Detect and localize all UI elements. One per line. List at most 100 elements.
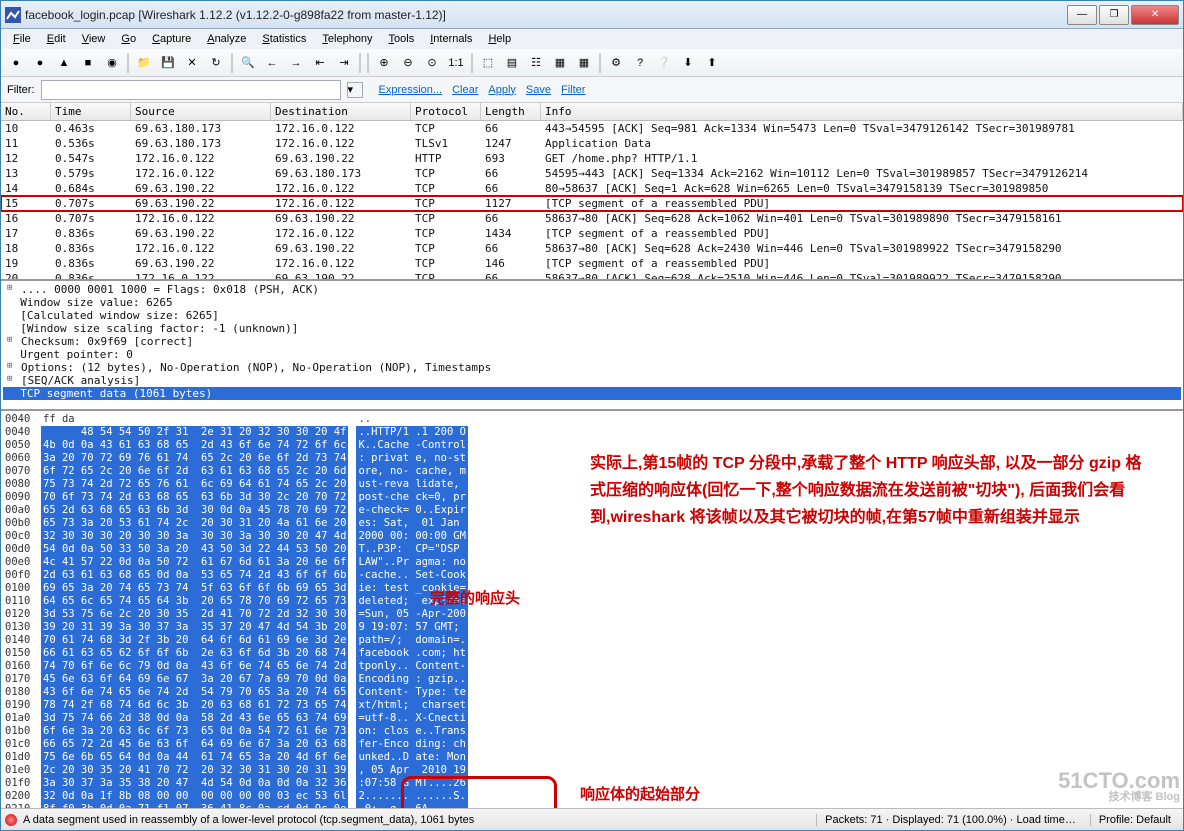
- toolbar-btn-25[interactable]: ?: [629, 52, 651, 74]
- detail-line[interactable]: Options: (12 bytes), No-Operation (NOP),…: [3, 361, 1181, 374]
- detail-line[interactable]: Checksum: 0x9f69 [correct]: [3, 335, 1181, 348]
- hex-row[interactable]: 01203d 53 75 6e 2c 20 30 35 2d 41 70 72 …: [5, 608, 1183, 621]
- toolbar-btn-1[interactable]: ●: [29, 52, 51, 74]
- minimize-button[interactable]: —: [1067, 5, 1097, 25]
- packet-row[interactable]: 120.547s172.16.0.12269.63.190.22HTTP693G…: [1, 151, 1183, 166]
- packet-details-pane[interactable]: .... 0000 0001 1000 = Flags: 0x018 (PSH,…: [1, 281, 1183, 411]
- col-info[interactable]: Info: [541, 103, 1183, 120]
- hex-row[interactable]: 017045 6e 63 6f 64 69 6e 67 3a 20 67 7a …: [5, 673, 1183, 686]
- filter-dropdown-icon[interactable]: ▾: [347, 82, 363, 98]
- packet-row[interactable]: 160.707s172.16.0.12269.63.190.22TCP66586…: [1, 211, 1183, 226]
- toolbar-btn-11[interactable]: →: [285, 52, 307, 74]
- hex-row[interactable]: 018043 6f 6e 74 65 6e 74 2d 54 79 70 65 …: [5, 686, 1183, 699]
- menu-capture[interactable]: Capture: [146, 31, 197, 47]
- menu-tools[interactable]: Tools: [383, 31, 421, 47]
- toolbar-btn-19[interactable]: ⬚: [477, 52, 499, 74]
- hex-row[interactable]: 00e04c 41 57 22 0d 0a 50 72 61 67 6d 61 …: [5, 556, 1183, 569]
- packet-row[interactable]: 200.836s172.16.0.12269.63.190.22TCP66586…: [1, 271, 1183, 281]
- packet-row[interactable]: 110.536s69.63.180.173172.16.0.122TLSv112…: [1, 136, 1183, 151]
- close-button[interactable]: ✕: [1131, 5, 1179, 25]
- toolbar-btn-6[interactable]: 💾: [157, 52, 179, 74]
- filter-link-filter[interactable]: Filter: [561, 84, 585, 96]
- col-no.[interactable]: No.: [1, 103, 51, 120]
- toolbar-btn-9[interactable]: 🔍: [237, 52, 259, 74]
- col-protocol[interactable]: Protocol: [411, 103, 481, 120]
- menu-edit[interactable]: Edit: [41, 31, 72, 47]
- status-profile[interactable]: Profile: Default: [1090, 814, 1179, 826]
- hex-row[interactable]: 019078 74 2f 68 74 6d 6c 3b 20 63 68 61 …: [5, 699, 1183, 712]
- col-time[interactable]: Time: [51, 103, 131, 120]
- toolbar-btn-4[interactable]: ◉: [101, 52, 123, 74]
- hex-row[interactable]: 01c066 65 72 2d 45 6e 63 6f 64 69 6e 67 …: [5, 738, 1183, 751]
- filter-link-expression[interactable]: Expression...: [379, 84, 443, 96]
- col-length[interactable]: Length: [481, 103, 541, 120]
- hex-row[interactable]: 015066 61 63 65 62 6f 6f 6b 2e 63 6f 6d …: [5, 647, 1183, 660]
- toolbar-btn-24[interactable]: ⚙: [605, 52, 627, 74]
- packet-row[interactable]: 190.836s69.63.190.22172.16.0.122TCP146[T…: [1, 256, 1183, 271]
- packet-row[interactable]: 100.463s69.63.180.173172.16.0.122TCP6644…: [1, 121, 1183, 136]
- detail-line[interactable]: Urgent pointer: 0: [3, 348, 1181, 361]
- toolbar-btn-8[interactable]: ↻: [205, 52, 227, 74]
- packet-row[interactable]: 140.684s69.63.190.22172.16.0.122TCP6680→…: [1, 181, 1183, 196]
- col-source[interactable]: Source: [131, 103, 271, 120]
- hex-row[interactable]: 00c032 30 30 30 20 30 30 3a 30 30 3a 30 …: [5, 530, 1183, 543]
- hex-row[interactable]: 014070 61 74 68 3d 2f 3b 20 64 6f 6d 61 …: [5, 634, 1183, 647]
- toolbar-btn-21[interactable]: ☷: [525, 52, 547, 74]
- detail-line[interactable]: .... 0000 0001 1000 = Flags: 0x018 (PSH,…: [3, 283, 1181, 296]
- detail-line[interactable]: [SEQ/ACK analysis]: [3, 374, 1181, 387]
- hex-row[interactable]: 01e02c 20 30 35 20 41 70 72 20 32 30 31 …: [5, 764, 1183, 777]
- toolbar-btn-2[interactable]: ▲: [53, 52, 75, 74]
- packet-row[interactable]: 180.836s172.16.0.12269.63.190.22TCP66586…: [1, 241, 1183, 256]
- filter-input[interactable]: [41, 80, 341, 100]
- toolbar-btn-12[interactable]: ⇤: [309, 52, 331, 74]
- hex-row[interactable]: 016074 70 6f 6e 6c 79 0d 0a 43 6f 6e 74 …: [5, 660, 1183, 673]
- menu-file[interactable]: File: [7, 31, 37, 47]
- packet-row[interactable]: 150.707s69.63.190.22172.16.0.122TCP1127[…: [1, 196, 1183, 211]
- packet-list-pane[interactable]: No.TimeSourceDestinationProtocolLengthIn…: [1, 103, 1183, 281]
- toolbar-btn-17[interactable]: ⊙: [421, 52, 443, 74]
- toolbar-btn-10[interactable]: ←: [261, 52, 283, 74]
- maximize-button[interactable]: ❐: [1099, 5, 1129, 25]
- hex-row[interactable]: 013039 20 31 39 3a 30 37 3a 35 37 20 47 …: [5, 621, 1183, 634]
- toolbar-btn-22[interactable]: ▦: [549, 52, 571, 74]
- menu-telephony[interactable]: Telephony: [316, 31, 378, 47]
- detail-line[interactable]: Window size value: 6265: [3, 296, 1181, 309]
- detail-line[interactable]: [Window size scaling factor: -1 (unknown…: [3, 322, 1181, 335]
- hex-row[interactable]: 01a03d 75 74 66 2d 38 0d 0a 58 2d 43 6e …: [5, 712, 1183, 725]
- toolbar-btn-16[interactable]: ⊖: [397, 52, 419, 74]
- filter-link-save[interactable]: Save: [526, 84, 551, 96]
- hex-row[interactable]: 00f02d 63 61 63 68 65 0d 0a 53 65 74 2d …: [5, 569, 1183, 582]
- menu-go[interactable]: Go: [115, 31, 142, 47]
- toolbar-btn-7[interactable]: ✕: [181, 52, 203, 74]
- hex-row[interactable]: 0040ff da ..: [5, 413, 1183, 426]
- menu-internals[interactable]: Internals: [424, 31, 478, 47]
- toolbar-btn-5[interactable]: 📁: [133, 52, 155, 74]
- col-destination[interactable]: Destination: [271, 103, 411, 120]
- toolbar-btn-20[interactable]: ▤: [501, 52, 523, 74]
- hex-row[interactable]: 0040 48 54 54 50 2f 31 2e 31 20 32 30 30…: [5, 426, 1183, 439]
- detail-line[interactable]: TCP segment data (1061 bytes): [3, 387, 1181, 400]
- toolbar-btn-13[interactable]: ⇥: [333, 52, 355, 74]
- packet-row[interactable]: 130.579s172.16.0.12269.63.180.173TCP6654…: [1, 166, 1183, 181]
- menu-help[interactable]: Help: [482, 31, 517, 47]
- hex-row[interactable]: 01b06f 6e 3a 20 63 6c 6f 73 65 0d 0a 54 …: [5, 725, 1183, 738]
- filter-link-clear[interactable]: Clear: [452, 84, 478, 96]
- menu-statistics[interactable]: Statistics: [256, 31, 312, 47]
- hex-row[interactable]: 010069 65 3a 20 74 65 73 74 5f 63 6f 6f …: [5, 582, 1183, 595]
- toolbar-btn-28[interactable]: ⬆: [701, 52, 723, 74]
- filter-link-apply[interactable]: Apply: [488, 84, 516, 96]
- hex-row[interactable]: 01d075 6e 6b 65 64 0d 0a 44 61 74 65 3a …: [5, 751, 1183, 764]
- toolbar-btn-23[interactable]: ▦: [573, 52, 595, 74]
- menu-view[interactable]: View: [76, 31, 112, 47]
- hex-row[interactable]: 011064 65 6c 65 74 65 64 3b 20 65 78 70 …: [5, 595, 1183, 608]
- detail-line[interactable]: [Calculated window size: 6265]: [3, 309, 1181, 322]
- toolbar-btn-15[interactable]: ⊕: [373, 52, 395, 74]
- toolbar-btn-0[interactable]: ●: [5, 52, 27, 74]
- toolbar-btn-27[interactable]: ⬇: [677, 52, 699, 74]
- toolbar-btn-26[interactable]: ❔: [653, 52, 675, 74]
- hex-row[interactable]: 00d054 0d 0a 50 33 50 3a 20 43 50 3d 22 …: [5, 543, 1183, 556]
- expert-info-icon[interactable]: [5, 814, 17, 826]
- toolbar-btn-3[interactable]: ■: [77, 52, 99, 74]
- packet-row[interactable]: 170.836s69.63.190.22172.16.0.122TCP1434[…: [1, 226, 1183, 241]
- toolbar-btn-18[interactable]: 1:1: [445, 52, 467, 74]
